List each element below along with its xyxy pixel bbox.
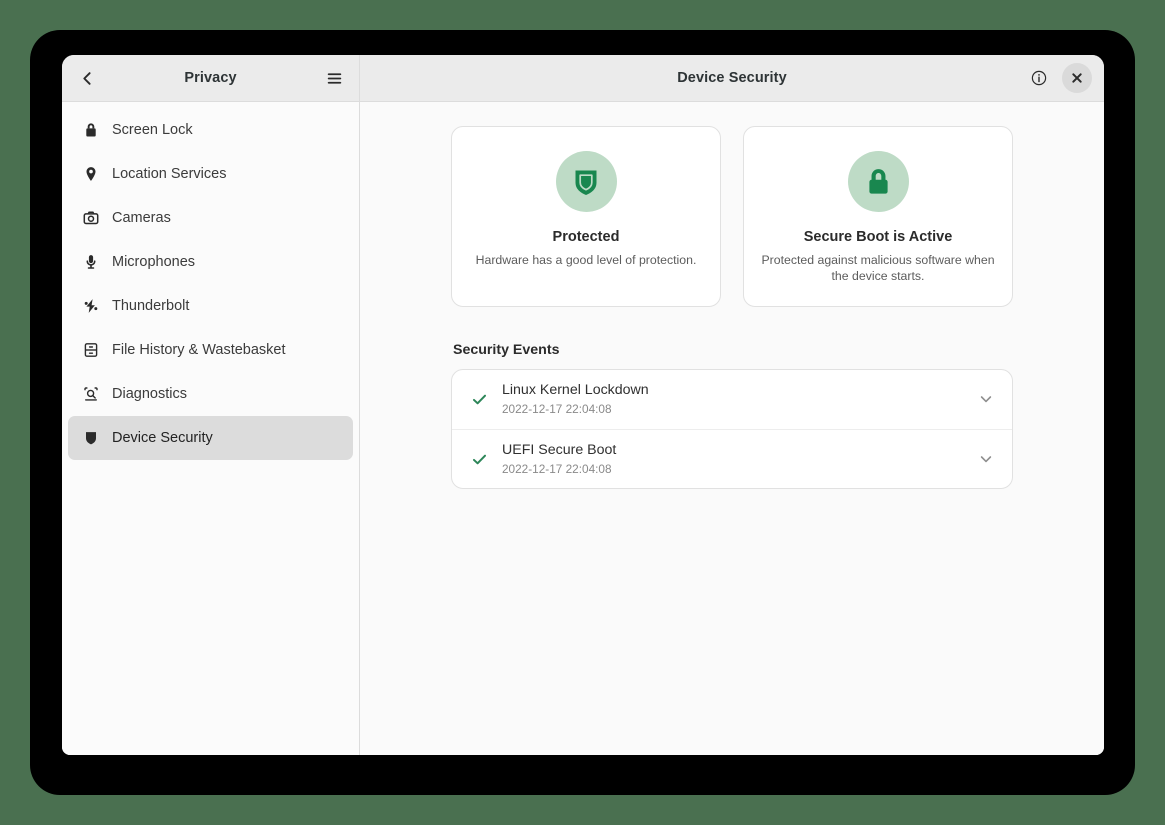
status-card-title: Protected [552,229,620,245]
drawers-icon [82,342,99,359]
chevron-left-icon [79,70,96,87]
sidebar-item-microphones[interactable]: Microphones [68,240,353,284]
event-timestamp: 2022-12-17 22:04:08 [502,461,612,476]
check-icon [470,450,488,468]
hamburger-icon [326,70,343,87]
sidebar-item-label: Microphones [112,254,196,270]
sidebar-item-location-services[interactable]: Location Services [68,152,353,196]
sidebar-item-file-history-wastebasket[interactable]: File History & Wastebasket [68,328,353,372]
sidebar-item-label: Thunderbolt [112,298,190,314]
info-icon [1030,69,1048,87]
sidebar-item-label: Cameras [112,210,171,226]
back-button[interactable] [72,63,102,93]
sidebar-item-label: Device Security [112,430,213,446]
microphone-icon [82,254,99,271]
content-inner: Protected Hardware has a good level of p… [451,126,1013,490]
sidebar-navigation: Screen Lock Location Services Cameras Mi… [62,102,360,755]
status-card-description: Hardware has a good level of protection. [475,253,697,267]
status-icon-badge [555,151,617,212]
list-item[interactable]: UEFI Secure Boot 2022-12-17 22:04:08 [452,428,1012,489]
sidebar-item-label: Location Services [112,166,227,182]
main-menu-button[interactable] [319,63,349,93]
location-pin-icon [82,166,99,183]
page-title: Device Security [677,70,787,86]
camera-icon [82,210,99,227]
security-events-heading: Security Events [453,342,560,358]
sidebar-item-cameras[interactable]: Cameras [68,196,353,240]
event-title: UEFI Secure Boot [502,441,617,458]
settings-window: Privacy Device Security Screen Lock Loca… [62,55,1104,755]
info-button[interactable] [1024,63,1054,93]
window-headerbars: Privacy Device Security [62,55,1104,102]
chevron-down-icon[interactable] [976,389,996,409]
close-button[interactable] [1062,63,1092,93]
close-icon [1070,71,1084,85]
headerbar-actions [1024,63,1092,93]
sidebar-item-label: File History & Wastebasket [112,342,286,358]
content-area: Protected Hardware has a good level of p… [360,102,1104,755]
lock-icon [82,122,99,139]
sidebar-item-device-security[interactable]: Device Security [68,416,353,460]
sidebar-item-screen-lock[interactable]: Screen Lock [68,108,353,152]
sidebar-item-diagnostics[interactable]: Diagnostics [68,372,353,416]
list-item-text: UEFI Secure Boot 2022-12-17 22:04:08 [502,441,962,478]
chevron-down-icon[interactable] [976,449,996,469]
status-cards-row: Protected Hardware has a good level of p… [451,126,1013,307]
magnifier-icon [82,386,99,403]
sidebar-item-label: Screen Lock [112,122,193,138]
status-card-protection: Protected Hardware has a good level of p… [451,126,721,307]
sidebar-item-label: Diagnostics [112,386,187,402]
sidebar-item-thunderbolt[interactable]: Thunderbolt [68,284,353,328]
check-icon [470,390,488,408]
content-headerbar: Device Security [360,55,1104,101]
shield-check-icon [570,166,602,198]
security-events-list: Linux Kernel Lockdown 2022-12-17 22:04:0… [451,369,1013,490]
event-title: Linux Kernel Lockdown [502,382,649,398]
sidebar-title: Privacy [184,70,237,86]
sidebar-headerbar: Privacy [62,55,360,101]
window-body: Screen Lock Location Services Cameras Mi… [62,102,1104,755]
padlock-icon [863,166,894,197]
list-item[interactable]: Linux Kernel Lockdown 2022-12-17 22:04:0… [452,370,1012,429]
status-icon-badge [847,151,909,212]
list-item-text: Linux Kernel Lockdown 2022-12-17 22:04:0… [502,381,962,418]
status-card-title: Secure Boot is Active [803,229,953,245]
status-card-description: Protected against malicious software whe… [761,253,995,284]
bolt-icon [82,298,99,315]
event-timestamp: 2022-12-17 22:04:08 [502,402,612,417]
shield-icon [82,430,99,447]
status-card-secure-boot: Secure Boot is Active Protected against … [743,126,1013,307]
